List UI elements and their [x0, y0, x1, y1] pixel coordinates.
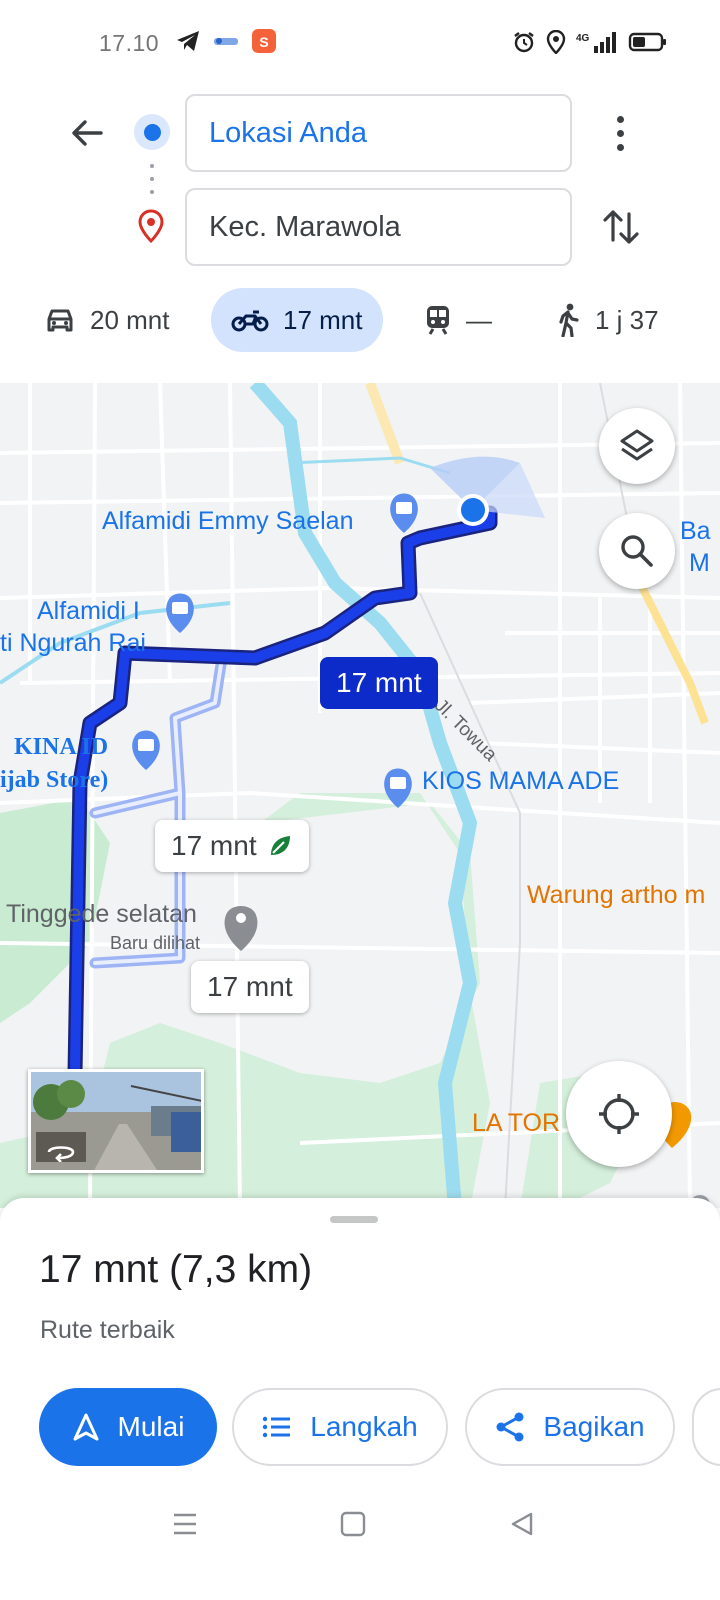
route-time-chip-alt[interactable]: 17 mnt	[191, 961, 309, 1013]
back-nav-icon[interactable]	[509, 1511, 535, 1537]
rotate-360-icon	[47, 1146, 75, 1162]
battery-icon	[628, 32, 666, 52]
system-navigation-bar	[0, 1490, 720, 1570]
destination-field[interactable]: Kec. Marawola	[185, 188, 572, 266]
steps-button[interactable]: Langkah	[232, 1388, 448, 1466]
svg-text:S: S	[259, 34, 268, 50]
street-view-thumbnail[interactable]	[28, 1069, 204, 1173]
navigation-arrow-icon	[73, 1413, 99, 1441]
alarm-icon	[514, 32, 534, 53]
route-time-eco: 17 mnt	[171, 830, 257, 861]
layers-button[interactable]	[599, 408, 675, 484]
signal-icon: 4G	[576, 32, 616, 53]
tab-motorcycle[interactable]: 17 mnt	[211, 288, 383, 352]
route-time-selected: 17 mnt	[336, 667, 422, 698]
walk-icon	[559, 303, 579, 337]
app-notification-icon	[214, 38, 238, 45]
map-label-ngurah-rai[interactable]: ti Ngurah Rai	[0, 629, 146, 658]
start-button-label: Mulai	[117, 1411, 185, 1442]
tab-walk[interactable]: 1 j 37	[555, 288, 659, 352]
tab-car-label: 20 mnt	[90, 304, 170, 335]
share-button-label: Bagikan	[543, 1411, 645, 1442]
tab-transit-label: —	[466, 304, 492, 335]
tab-motorcycle-label: 17 mnt	[283, 304, 363, 335]
map-label-tinggede[interactable]: Tinggede selatan	[6, 900, 197, 929]
drag-handle[interactable]	[330, 1216, 378, 1223]
map-label-alfamidi-emmy[interactable]: Alfamidi Emmy Saelan	[102, 507, 353, 536]
train-icon	[427, 306, 449, 335]
arrow-back-icon	[72, 120, 103, 146]
route-time-chip-selected[interactable]: 17 mnt	[320, 657, 438, 709]
more-options-button[interactable]	[600, 110, 640, 156]
shopping-pin-icon	[132, 730, 160, 770]
motorcycle-icon	[231, 310, 269, 332]
origin-field[interactable]: Lokasi Anda	[185, 94, 572, 172]
status-system-icons: 4G	[512, 30, 668, 54]
map-label-warung[interactable]: Warung artho m	[527, 881, 705, 910]
map-label-ba[interactable]: Ba	[680, 517, 711, 546]
location-status-icon	[546, 30, 566, 54]
my-location-button[interactable]	[566, 1061, 672, 1167]
destination-pin-icon	[138, 209, 164, 248]
map-label-la-tora[interactable]: LA TOR	[472, 1109, 560, 1138]
travel-mode-tabs: 20 mnt 17 mnt — 1 j 37	[0, 288, 720, 354]
steps-button-label: Langkah	[310, 1411, 418, 1442]
recent-apps-icon[interactable]	[172, 1511, 198, 1537]
route-description: Rute terbaik	[40, 1316, 175, 1344]
route-time-alt: 17 mnt	[207, 971, 293, 1002]
map-label-recent: Baru dilihat	[110, 933, 201, 953]
my-location-icon	[599, 1094, 639, 1134]
search-icon	[621, 535, 653, 567]
map-view[interactable]: Alfamidi Emmy Saelan Alfamidi I ti Ngura…	[0, 383, 720, 1208]
telegram-icon	[177, 31, 199, 51]
map-label-alfamidi-i[interactable]: Alfamidi I	[37, 597, 140, 626]
shopee-icon: S	[252, 29, 276, 53]
status-bar: 17.10 S 4G	[0, 0, 720, 90]
swap-button[interactable]	[598, 204, 644, 250]
shopping-pin-icon	[390, 493, 418, 533]
origin-dot-icon	[134, 114, 170, 150]
share-icon	[496, 1412, 524, 1442]
shopping-pin-icon	[166, 593, 194, 633]
route-connector	[150, 164, 154, 194]
status-notification-icons: S	[175, 28, 277, 54]
map-label-kios[interactable]: KIOS MAMA ADE	[422, 767, 619, 796]
route-summary: 17 mnt (7,3 km)	[39, 1248, 313, 1291]
tab-transit[interactable]: —	[424, 288, 492, 352]
car-icon	[47, 309, 73, 332]
tab-car[interactable]: 20 mnt	[44, 288, 170, 352]
back-button[interactable]	[64, 110, 110, 156]
start-button[interactable]: Mulai	[39, 1388, 217, 1466]
map-label-kina[interactable]: KINA ID	[14, 734, 108, 761]
more-actions-button[interactable]	[692, 1388, 720, 1466]
network-type-label: 4G	[576, 33, 590, 44]
tab-walk-label: 1 j 37	[595, 304, 659, 335]
screen: 17.10 S 4G Lokasi Anda Kec. Marawola 20 …	[0, 0, 720, 1600]
list-icon	[263, 1416, 291, 1438]
map-label-hijab[interactable]: ijab Store)	[0, 767, 108, 794]
share-button[interactable]: Bagikan	[465, 1388, 675, 1466]
home-icon[interactable]	[340, 1511, 366, 1537]
status-time: 17.10	[99, 30, 160, 56]
map-label-m[interactable]: M	[689, 549, 710, 578]
eco-leaf-icon	[270, 836, 290, 855]
swap-vertical-icon	[603, 210, 639, 244]
search-along-route-button[interactable]	[599, 513, 675, 589]
layers-icon	[620, 429, 654, 461]
route-time-chip-eco[interactable]: 17 mnt	[155, 820, 309, 872]
